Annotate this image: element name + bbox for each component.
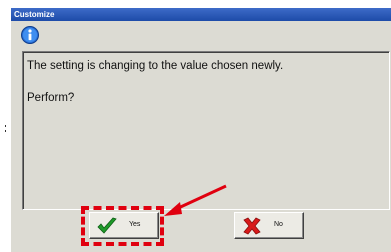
no-button[interactable]: No [234, 212, 304, 239]
message-line-1: The setting is changing to the value cho… [27, 60, 284, 72]
pointer-arrow [164, 184, 227, 216]
info-icon [21, 26, 39, 44]
x-mark-icon [243, 217, 261, 235]
dialog-title: Customize [14, 10, 55, 19]
edge-mark [4, 120, 7, 132]
dialog-titlebar[interactable]: Customize [11, 8, 391, 21]
yes-button-highlight [81, 206, 164, 246]
no-button-label: No [274, 221, 283, 228]
message-line-2: Perform? [27, 92, 75, 104]
